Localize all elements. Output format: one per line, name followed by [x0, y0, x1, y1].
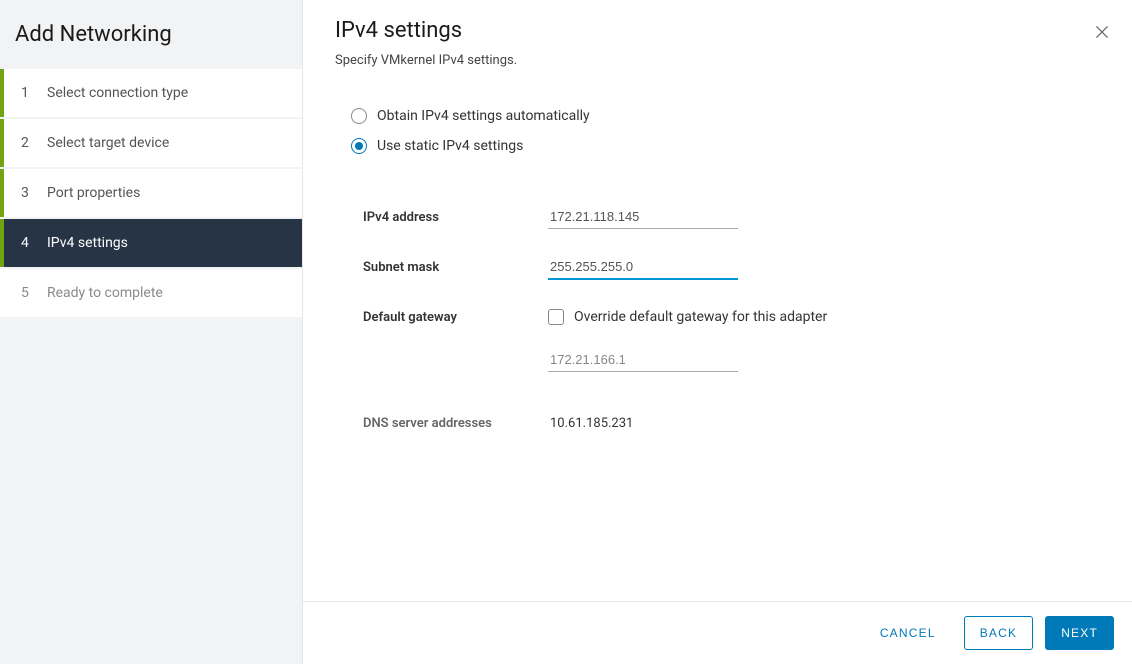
gateway-value-input	[548, 348, 738, 372]
static-fields: IPv4 address Subnet mask Default gateway…	[351, 192, 1100, 448]
page-subtitle: Specify VMkernel IPv4 settings.	[335, 53, 1100, 68]
radio-label: Obtain IPv4 settings automatically	[377, 108, 590, 124]
step-target-device[interactable]: 2 Select target device	[0, 119, 302, 167]
dns-label: DNS server addresses	[363, 416, 548, 431]
radio-obtain-auto[interactable]: Obtain IPv4 settings automatically	[351, 108, 1100, 124]
next-button[interactable]: NEXT	[1045, 616, 1114, 650]
step-number: 1	[21, 85, 35, 101]
override-gateway-label: Override default gateway for this adapte…	[574, 309, 827, 325]
step-label: Port properties	[47, 185, 140, 201]
step-number: 3	[21, 185, 35, 201]
radio-use-static[interactable]: Use static IPv4 settings	[351, 138, 1100, 154]
step-connection-type[interactable]: 1 Select connection type	[0, 69, 302, 117]
row-gateway-value	[363, 342, 1100, 398]
ipv4-address-input[interactable]	[548, 205, 738, 229]
row-subnet-mask: Subnet mask	[363, 242, 1100, 292]
step-label: Select target device	[47, 135, 169, 151]
wizard-footer: CANCEL BACK NEXT	[303, 601, 1132, 664]
step-ready-complete: 5 Ready to complete	[0, 269, 302, 317]
dns-value: 10.61.185.231	[548, 412, 635, 435]
override-gateway-control: Override default gateway for this adapte…	[548, 309, 827, 325]
row-default-gateway: Default gateway Override default gateway…	[363, 292, 1100, 342]
subnet-mask-label: Subnet mask	[363, 260, 548, 275]
wizard-sidebar: Add Networking 1 Select connection type …	[0, 0, 303, 664]
main-header: IPv4 settings Specify VMkernel IPv4 sett…	[303, 0, 1132, 78]
main-panel: IPv4 settings Specify VMkernel IPv4 sett…	[303, 0, 1132, 664]
row-ipv4-address: IPv4 address	[363, 192, 1100, 242]
radio-icon	[351, 108, 367, 124]
step-label: IPv4 settings	[47, 235, 128, 251]
radio-label: Use static IPv4 settings	[377, 138, 523, 154]
step-label: Ready to complete	[47, 285, 163, 301]
form-area: Obtain IPv4 settings automatically Use s…	[303, 78, 1132, 458]
wizard-title: Add Networking	[0, 0, 302, 69]
close-icon	[1094, 24, 1110, 40]
step-number: 4	[21, 235, 35, 251]
ipv4-address-label: IPv4 address	[363, 210, 548, 225]
row-dns: DNS server addresses 10.61.185.231	[363, 398, 1100, 448]
subnet-mask-input[interactable]	[548, 255, 738, 280]
default-gateway-label: Default gateway	[363, 310, 548, 325]
radio-icon	[351, 138, 367, 154]
step-number: 2	[21, 135, 35, 151]
step-port-properties[interactable]: 3 Port properties	[0, 169, 302, 217]
step-ipv4-settings[interactable]: 4 IPv4 settings	[0, 219, 302, 267]
step-label: Select connection type	[47, 85, 188, 101]
override-gateway-checkbox[interactable]	[548, 309, 564, 325]
wizard-steps: 1 Select connection type 2 Select target…	[0, 69, 302, 319]
back-button[interactable]: BACK	[964, 616, 1033, 650]
close-button[interactable]	[1094, 24, 1114, 44]
ip-mode-radio-group: Obtain IPv4 settings automatically Use s…	[351, 108, 1100, 154]
cancel-button[interactable]: CANCEL	[864, 616, 952, 650]
step-number: 5	[21, 285, 35, 301]
page-title: IPv4 settings	[335, 18, 1100, 43]
